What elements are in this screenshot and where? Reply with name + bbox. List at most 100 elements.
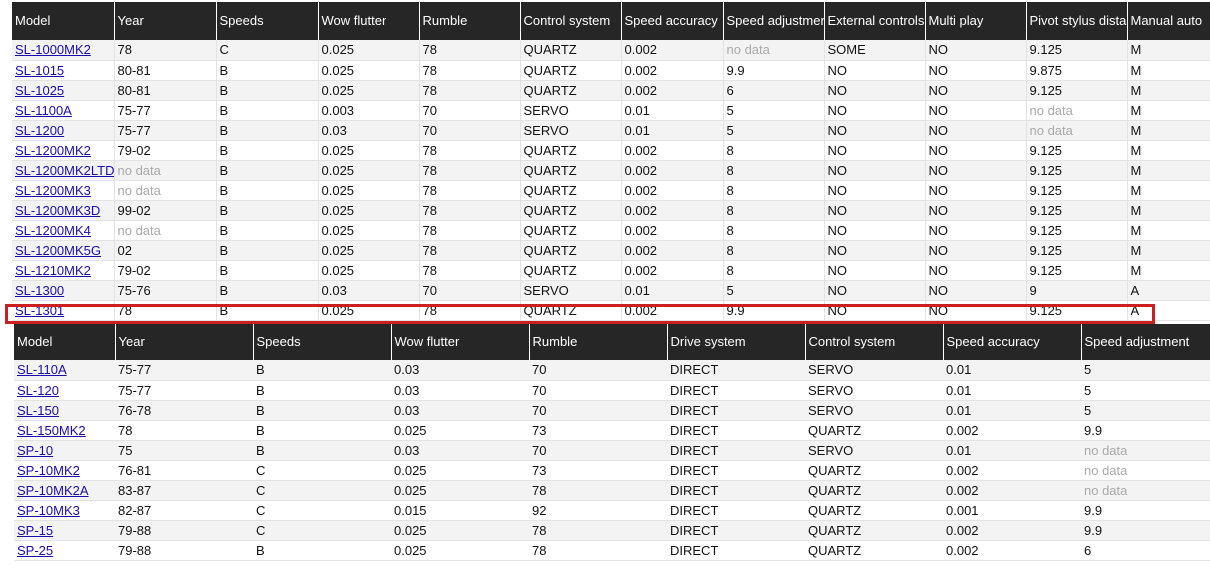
- model-link[interactable]: SP-10MK2A: [17, 483, 89, 498]
- table-row: SP-10MK2A 83-87 C 0.025 78 DIRECT QUARTZ 0.002 n…: [14, 480, 1210, 501]
- table-row: SL-1000MK2 78 C 0.025 78 QUARTZ 0.002 no data SO…: [12, 40, 1210, 61]
- cell-speed-adjustment: 9.9: [723, 300, 825, 321]
- cell-model: SL-1025: [12, 80, 115, 101]
- cell-speed-accuracy: 0.002: [621, 220, 724, 241]
- cell-rumble: 73: [529, 460, 667, 481]
- cell-wow-flutter: 0.025: [318, 300, 420, 321]
- cell-speed-accuracy: 0.002: [621, 160, 724, 181]
- cell-speeds: B: [216, 300, 319, 321]
- cell-control-system: QUARTZ: [520, 300, 622, 321]
- cell-year: 75-77: [115, 360, 253, 381]
- column-header-speeds: Speeds: [253, 324, 392, 360]
- cell-speed-adjustment: 5: [723, 100, 825, 121]
- model-link[interactable]: SL-1100A: [15, 103, 72, 118]
- cell-speeds: B: [253, 440, 391, 461]
- model-link[interactable]: SP-25: [17, 543, 53, 558]
- cell-speeds: B: [216, 280, 319, 301]
- cell-wow-flutter: 0.025: [318, 220, 420, 241]
- cell-multi-play: NO: [925, 220, 1027, 241]
- table-row: SL-1200MK2 79-02 B 0.025 78 QUARTZ 0.002 8 NO NO 9…: [12, 140, 1210, 161]
- model-link[interactable]: SL-1301: [15, 303, 64, 318]
- cell-drive-system: DIRECT: [667, 520, 805, 541]
- cell-rumble: 78: [419, 60, 521, 81]
- cell-speeds: B: [216, 60, 319, 81]
- cell-model: SL-1015: [12, 60, 115, 81]
- model-link[interactable]: SL-1200MK2: [15, 143, 91, 158]
- model-link[interactable]: SL-1210MK2: [15, 263, 91, 278]
- cell-pivot-stylus-distance: no data: [1026, 100, 1128, 121]
- cell-speed-adjustment: 8: [723, 220, 825, 241]
- cell-wow-flutter: 0.025: [391, 480, 529, 501]
- model-link[interactable]: SL-1200MK4: [15, 223, 91, 238]
- column-header-rumble: Rumble: [419, 2, 521, 40]
- table-header-row: Model Year Speeds Wow flutter Rumble Drive sy…: [14, 324, 1210, 360]
- cell-model: SP-15: [14, 520, 115, 541]
- cell-multi-play: NO: [925, 60, 1027, 81]
- model-link[interactable]: SL-120: [17, 383, 59, 398]
- cell-rumble: 78: [419, 140, 521, 161]
- model-link[interactable]: SP-15: [17, 523, 53, 538]
- cell-year: 79-02: [114, 260, 217, 281]
- cell-drive-system: DIRECT: [667, 500, 805, 521]
- cell-speed-adjustment: no data: [1081, 480, 1210, 501]
- table-row: SL-1200MK2LTD no data B 0.025 78 QUARTZ 0.002 8…: [12, 160, 1210, 181]
- model-link[interactable]: SP-10MK3: [17, 503, 80, 518]
- model-link[interactable]: SP-10MK2: [17, 463, 80, 478]
- model-link[interactable]: SL-1200MK3D: [15, 203, 100, 218]
- column-header-speeds: Speeds: [216, 2, 319, 40]
- model-link[interactable]: SL-1200MK3: [15, 183, 91, 198]
- cell-year: no data: [114, 160, 217, 181]
- cell-speed-adjustment: 9.9: [723, 60, 825, 81]
- cell-multi-play: NO: [925, 240, 1027, 261]
- cell-wow-flutter: 0.025: [318, 200, 420, 221]
- cell-control-system: QUARTZ: [805, 480, 943, 501]
- column-header-model: Model: [12, 2, 115, 40]
- cell-year: 75: [115, 440, 253, 461]
- model-link[interactable]: SL-1015: [15, 63, 64, 78]
- cell-speed-accuracy: 0.01: [621, 100, 724, 121]
- cell-model: SP-10MK3: [14, 500, 115, 521]
- cell-model: SP-10: [14, 440, 115, 461]
- model-link[interactable]: SL-1025: [15, 83, 64, 98]
- cell-manual-auto: A: [1127, 280, 1210, 301]
- cell-speed-accuracy: 0.01: [943, 360, 1081, 381]
- cell-multi-play: NO: [925, 80, 1027, 101]
- cell-year: 99-02: [114, 200, 217, 221]
- cell-rumble: 78: [419, 200, 521, 221]
- cell-rumble: 78: [529, 480, 667, 501]
- cell-manual-auto: M: [1127, 160, 1210, 181]
- table-row: SL-1200MK5G 02 B 0.025 78 QUARTZ 0.002 8 NO NO 9.1…: [12, 240, 1210, 261]
- cell-speed-accuracy: 0.002: [943, 420, 1081, 441]
- model-link[interactable]: SL-1300: [15, 283, 64, 298]
- table-row: SP-10MK2 76-81 C 0.025 73 DIRECT QUARTZ 0.002 no…: [14, 460, 1210, 481]
- cell-speeds: B: [216, 120, 319, 141]
- cell-year: 79-02: [114, 140, 217, 161]
- cell-speed-accuracy: 0.002: [943, 540, 1081, 561]
- model-link[interactable]: SL-110A: [17, 362, 67, 377]
- model-link[interactable]: SL-150: [17, 403, 59, 418]
- cell-wow-flutter: 0.025: [391, 540, 529, 561]
- cell-external-controls: NO: [824, 200, 926, 221]
- model-link[interactable]: SL-1200MK2LTD: [15, 163, 113, 178]
- model-link[interactable]: SP-10: [17, 443, 53, 458]
- cell-rumble: 78: [419, 220, 521, 241]
- cell-model: SL-1200: [12, 120, 115, 141]
- model-link[interactable]: SL-150MK2: [17, 423, 86, 438]
- model-link[interactable]: SL-1000MK2: [15, 42, 91, 57]
- cell-wow-flutter: 0.025: [318, 80, 420, 101]
- cell-speeds: C: [253, 480, 391, 501]
- model-link[interactable]: SL-1200: [15, 123, 64, 138]
- cell-speeds: B: [216, 180, 319, 201]
- cell-multi-play: NO: [925, 100, 1027, 121]
- model-link[interactable]: SL-1200MK5G: [15, 243, 101, 258]
- cell-year: 80-81: [114, 60, 217, 81]
- cell-manual-auto: M: [1127, 100, 1210, 121]
- cell-model: SL-120: [14, 380, 115, 401]
- cell-external-controls: NO: [824, 240, 926, 261]
- cell-speed-adjustment: 5: [1081, 380, 1210, 401]
- cell-wow-flutter: 0.025: [391, 420, 529, 441]
- cell-wow-flutter: 0.003: [318, 100, 420, 121]
- cell-wow-flutter: 0.03: [391, 400, 529, 421]
- cell-control-system: QUARTZ: [520, 200, 622, 221]
- cell-external-controls: NO: [824, 120, 926, 141]
